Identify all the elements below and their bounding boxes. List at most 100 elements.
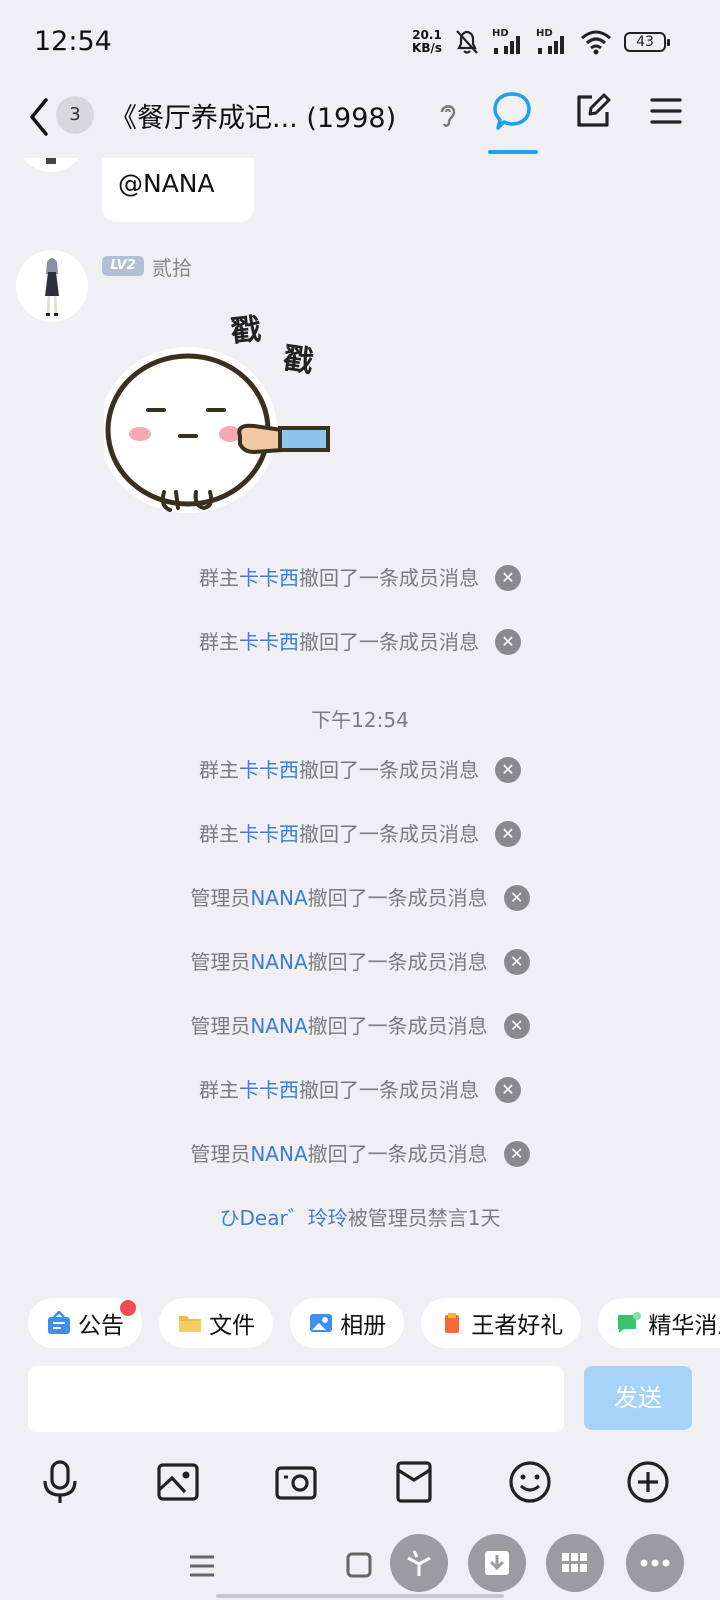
level-badge: LV2	[102, 256, 144, 276]
system-message: 管理员NANA撤回了一条成员消息 ✕	[0, 1010, 720, 1039]
system-role: 群主	[199, 1078, 239, 1102]
edit-icon[interactable]	[574, 92, 612, 130]
system-user-link[interactable]: NANA	[250, 886, 307, 910]
close-icon[interactable]: ✕	[503, 1140, 530, 1167]
system-user-link[interactable]: 卡卡西	[239, 1078, 299, 1102]
system-action: 撤回了一条成员消息	[307, 1014, 488, 1038]
announcement-icon	[48, 1311, 70, 1334]
send-button[interactable]: 发送	[584, 1366, 692, 1430]
plus-icon	[627, 1461, 669, 1503]
system-user-link[interactable]: NANA	[250, 950, 307, 974]
system-role: 群主	[199, 566, 239, 590]
photo-album-icon	[310, 1314, 333, 1332]
signal-1: HD	[492, 28, 524, 56]
avatar[interactable]	[16, 158, 86, 172]
files-chip[interactable]: 文件	[159, 1298, 274, 1348]
announcement-chip[interactable]: 公告	[28, 1298, 142, 1348]
quick-action-bar[interactable]: 公告 文件 相册 王者好礼 精华消息	[0, 1288, 720, 1358]
wifi-icon	[581, 30, 611, 55]
system-action: 撤回了一条成员消息	[299, 566, 479, 590]
sticker-text: 戳	[281, 341, 316, 380]
menu-icon[interactable]	[650, 96, 682, 126]
microphone-icon	[43, 1460, 77, 1503]
message-list[interactable]: @NANA LV2 贰拾 戳 戳 群主卡卡西撤回了一条成员消息 ✕ 群主卡卡西撤回…	[0, 158, 720, 1288]
system-user-link[interactable]: 卡卡西	[239, 822, 299, 846]
album-chip[interactable]: 相册	[290, 1298, 405, 1348]
back-arrow-icon[interactable]	[24, 94, 54, 140]
floating-tool-button[interactable]	[390, 1534, 448, 1592]
camera-button[interactable]	[266, 1452, 326, 1512]
ear-icon	[440, 105, 456, 127]
grid-icon	[562, 1553, 587, 1572]
voice-button[interactable]	[30, 1452, 90, 1512]
system-user-link[interactable]: 卡卡西	[239, 566, 299, 590]
system-role: 管理员	[190, 1014, 251, 1038]
close-icon[interactable]: ✕	[503, 1012, 530, 1039]
close-icon[interactable]: ✕	[495, 628, 521, 655]
gift-icon	[445, 1313, 460, 1333]
avatar-figure-icon	[46, 158, 56, 164]
chip-label: 文件	[209, 1313, 256, 1339]
chat-header: 3 《餐厅养成记... (1998)	[0, 84, 720, 158]
system-navigation	[0, 1524, 720, 1600]
sender-name[interactable]: 贰拾	[152, 252, 192, 281]
floating-more-button[interactable]	[626, 1534, 684, 1592]
chat-title[interactable]: 《餐厅养成记... (1998)	[110, 96, 396, 135]
status-bar: 12:54 20.1 KB/s HD HD 43	[0, 0, 720, 84]
notification-dot	[120, 1300, 136, 1316]
system-message: 群主卡卡西撤回了一条成员消息 ✕	[0, 1074, 720, 1103]
system-ban-message: ひDear゛玲玲被管理员禁言1天	[0, 1202, 720, 1231]
poke-sticker[interactable]: 戳 戳	[104, 306, 340, 518]
system-action: 撤回了一条成员消息	[307, 950, 488, 974]
system-user-link[interactable]: ひDear゛玲玲	[220, 1206, 348, 1230]
system-action: 撤回了一条成员消息	[307, 1142, 488, 1166]
system-action: 撤回了一条成员消息	[307, 886, 488, 910]
system-message: 管理员NANA撤回了一条成员消息 ✕	[0, 882, 720, 911]
image-button[interactable]	[148, 1452, 208, 1512]
floating-download-button[interactable]	[468, 1534, 526, 1592]
system-user-link[interactable]: NANA	[250, 1142, 307, 1166]
close-icon[interactable]: ✕	[495, 1076, 521, 1103]
close-icon[interactable]: ✕	[495, 564, 521, 591]
message-bubble[interactable]: @NANA	[102, 158, 254, 222]
system-message: 管理员NANA撤回了一条成员消息 ✕	[0, 946, 720, 975]
close-icon[interactable]: ✕	[495, 756, 521, 783]
floating-grid-button[interactable]	[546, 1534, 604, 1592]
system-action: 撤回了一条成员消息	[299, 758, 479, 782]
essence-chip[interactable]: 精华消息	[598, 1298, 720, 1348]
system-user-link[interactable]: NANA	[250, 1014, 307, 1038]
sparkle-icon	[407, 1550, 431, 1576]
system-role: 管理员	[190, 886, 251, 910]
system-user-link[interactable]: 卡卡西	[239, 758, 299, 782]
message-timestamp: 下午12:54	[311, 708, 409, 732]
system-message: 管理员NANA撤回了一条成员消息 ✕	[0, 1138, 720, 1167]
close-icon[interactable]: ✕	[495, 820, 521, 847]
network-speed-unit: KB/s	[412, 41, 442, 55]
system-action: 撤回了一条成员消息	[299, 1078, 479, 1102]
more-plus-button[interactable]	[618, 1452, 678, 1512]
close-icon[interactable]: ✕	[503, 884, 530, 911]
status-time: 12:54	[34, 26, 112, 57]
unread-count-badge[interactable]: 3	[56, 96, 94, 134]
emoji-button[interactable]	[500, 1452, 560, 1512]
gift-chip[interactable]: 王者好礼	[421, 1298, 582, 1348]
system-role: 群主	[199, 758, 239, 782]
battery-indicator: 43	[624, 32, 670, 52]
system-user-link[interactable]: 卡卡西	[239, 630, 299, 654]
emoji-icon	[509, 1461, 551, 1503]
message-input[interactable]	[28, 1366, 564, 1432]
home-square-icon[interactable]	[346, 1552, 372, 1578]
chat-bubble-icon[interactable]	[492, 90, 532, 134]
more-dots-icon	[640, 1559, 670, 1567]
red-packet-button[interactable]	[384, 1452, 444, 1512]
chip-label: 王者好礼	[471, 1313, 564, 1339]
signal-2: HD	[536, 28, 568, 56]
cell-signal-icon	[494, 36, 520, 54]
system-role: 管理员	[190, 950, 251, 974]
mute-bell-icon	[456, 30, 478, 54]
home-indicator[interactable]	[216, 1594, 504, 1598]
close-icon[interactable]: ✕	[503, 948, 530, 975]
recent-apps-icon[interactable]	[188, 1554, 216, 1578]
system-role: 管理员	[190, 1142, 251, 1166]
avatar[interactable]	[16, 250, 88, 322]
